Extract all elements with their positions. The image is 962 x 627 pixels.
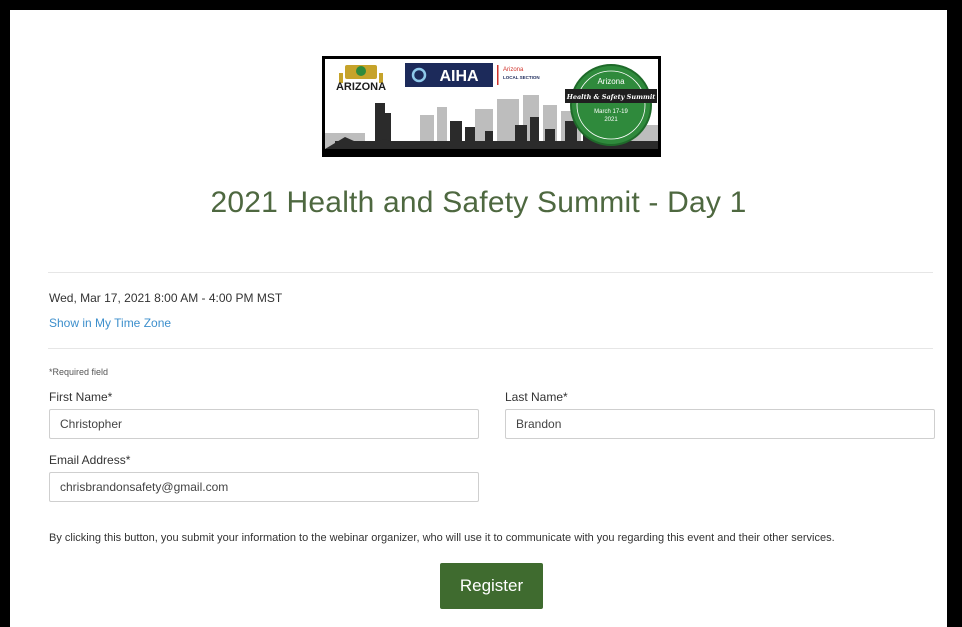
divider-form — [48, 348, 933, 349]
svg-text:March 17-19: March 17-19 — [594, 109, 628, 115]
show-in-my-time-zone-link[interactable]: Show in My Time Zone — [49, 316, 171, 330]
svg-text:Health & Safety Summit: Health & Safety Summit — [566, 93, 656, 101]
page-frame: ARIZONA AIHA Arizona LOCAL SECTION Arizo… — [0, 0, 962, 627]
svg-text:2021: 2021 — [604, 117, 618, 123]
last-name-label: Last Name* — [505, 390, 568, 404]
event-title: 2021 Health and Safety Summit - Day 1 — [210, 186, 747, 219]
svg-text:Arizona: Arizona — [597, 77, 625, 86]
first-name-label: First Name* — [49, 390, 113, 404]
first-name-field[interactable] — [49, 409, 479, 439]
svg-text:AIHA: AIHA — [439, 68, 479, 85]
register-button[interactable]: Register — [440, 563, 543, 609]
svg-text:Arizona: Arizona — [503, 67, 524, 73]
last-name-field[interactable] — [505, 409, 935, 439]
svg-text:ARIZONA: ARIZONA — [336, 81, 386, 93]
required-field-note: *Required field — [49, 367, 109, 377]
consent-disclaimer: By clicking this button, you submit your… — [49, 532, 835, 544]
svg-text:LOCAL SECTION: LOCAL SECTION — [503, 75, 540, 80]
email-label: Email Address* — [49, 453, 131, 467]
email-field[interactable] — [49, 472, 479, 502]
event-date-time: Wed, Mar 17, 2021 8:00 AM - 4:00 PM MST — [49, 291, 283, 305]
event-banner-image: ARIZONA AIHA Arizona LOCAL SECTION Arizo… — [322, 56, 661, 157]
divider-top — [48, 272, 933, 273]
